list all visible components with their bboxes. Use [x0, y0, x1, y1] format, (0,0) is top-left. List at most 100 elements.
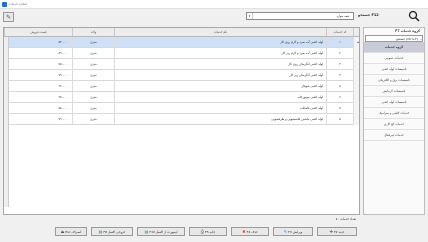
category-item[interactable]: خدمات کاشی و سرامیک [364, 108, 424, 119]
search-small-icon: ⌕ [420, 37, 422, 41]
unit-cell: متری [72, 81, 114, 92]
code-cell: ۵ [326, 81, 353, 92]
price-cell: ۸۹۰,۰۰۰ [4, 48, 72, 59]
unit-cell: متری [72, 70, 114, 81]
unit-cell: متری [72, 48, 114, 59]
category-panel: F7 گروه خدمات جستجو (Ctrl+F) ⌕ گروه خدما… [363, 27, 425, 215]
export-button-label: F8 خروجی اکسل [103, 229, 126, 234]
printer-icon: ⎙ [200, 229, 204, 234]
price-cell: ۹۵۰,۰۰۰ [4, 92, 72, 103]
row-indicator [353, 59, 359, 70]
unit-cell: متری [72, 103, 114, 114]
table-row[interactable]: ۷۹۰,۰۰۰ متری لوله کشی آبگرمکن زیر کار ۴ [4, 70, 359, 81]
table-row[interactable]: ۹۶۰,۰۰۰ متری لوله کشی شوفاژ ۵ [4, 81, 359, 92]
delete-button[interactable]: ✖ F4 حذف [231, 227, 269, 236]
col-header-name[interactable]: نام خدمات [114, 28, 326, 37]
app-icon [2, 2, 7, 7]
category-search-input[interactable]: جستجو (Ctrl+F) ⌕ [365, 35, 423, 42]
row-indicator [353, 114, 359, 125]
name-cell: لوله کشی آب سرد و گرم روی کار [114, 37, 326, 48]
unit-cell: متری [72, 92, 114, 103]
filter-combo[interactable]: ▾ همه موارد [246, 12, 354, 20]
edit-button[interactable]: ✎ F3 ویرایش [273, 227, 313, 236]
row-indicator [353, 48, 359, 59]
category-item[interactable]: تاسیسات گرمایش [364, 86, 424, 97]
delete-icon: ✖ [242, 229, 246, 234]
status-bar: تعداد خدمات : ۸ [3, 216, 360, 222]
col-header-indicator [353, 28, 359, 37]
edit-select-icon: ✎ [5, 13, 12, 21]
category-item[interactable]: خدمات عمومی [364, 53, 424, 64]
pencil-icon: ✎ [283, 229, 288, 234]
print-button[interactable]: ⎙ F5 چاپ [189, 227, 227, 236]
table-row[interactable]: ۸۴۰,۰۰۰ متری لوله کشی آب سرد و گرم روی ک… [4, 37, 359, 48]
name-cell: لوله کشی ماشین لباسشویی و ظرفشویی [114, 114, 326, 125]
table-row[interactable]: ۹۵۰,۰۰۰ متری لوله کشی موتورخانه ۶ [4, 92, 359, 103]
category-item[interactable]: خدمات غیرفعال [364, 130, 424, 141]
price-cell: ۷۹۰,۰۰۰ [4, 114, 72, 125]
edit-button-label: F3 ویرایش [288, 229, 303, 234]
category-item[interactable]: تاسیسات لوله کشی [364, 64, 424, 75]
category-item[interactable]: تاسیسات لوله کشی [364, 97, 424, 108]
cancel-button-label: Esc انصراف [65, 229, 82, 234]
col-header-code[interactable]: کد خدمات [326, 28, 353, 37]
table-row[interactable]: ۷۵۰,۰۰۰ متری لوله کشی آبگرمکن روی کار ۳ [4, 59, 359, 70]
service-count: تعداد خدمات : ۸ [335, 217, 356, 221]
toolbar: ✎ ▾ همه موارد جستجو F12 [0, 9, 428, 25]
code-cell: ۱ [326, 37, 353, 48]
filter-combo-value: همه موارد [336, 14, 349, 18]
row-indicator-icon: ◂ [353, 37, 359, 48]
code-cell: ۳ [326, 59, 353, 70]
action-bar: ✚ F2 جدید ✎ F3 ویرایش ✖ F4 حذف ⎙ F5 چاپ … [0, 224, 428, 242]
cancel-button[interactable]: ⏏ Esc انصراف [55, 227, 87, 236]
category-item[interactable]: تاسیسات برق و الکتریکی [364, 75, 424, 86]
name-cell: لوله کشی موتورخانه [114, 92, 326, 103]
code-cell: ۲ [326, 48, 353, 59]
category-header: F7 گروه خدمات [395, 29, 420, 33]
category-item[interactable]: خدمات کچ کاری [364, 119, 424, 130]
price-cell: ۸۴۰,۰۰۰ [4, 37, 72, 48]
edit-select-button[interactable]: ✎ [3, 12, 14, 22]
services-grid: قیمت فروش واحد نام خدمات کد خدمات ۸۴۰,۰۰… [3, 27, 360, 215]
name-cell: لوله کشی فاضلاب [114, 103, 326, 114]
name-cell: لوله کشی شوفاژ [114, 81, 326, 92]
unit-cell: متری [72, 37, 114, 48]
grid-scrollbar[interactable] [4, 37, 9, 207]
unit-cell: متری [72, 59, 114, 70]
excel-import-icon: ▤ [144, 229, 149, 234]
row-indicator [353, 92, 359, 103]
print-button-label: F5 چاپ [205, 229, 216, 234]
row-indicator [353, 70, 359, 81]
category-item[interactable]: گروه خدمات [364, 42, 424, 53]
new-button[interactable]: ✚ F2 جدید [317, 227, 357, 236]
col-header-price[interactable]: قیمت فروش [4, 28, 72, 37]
table-row[interactable]: ۷۹۰,۰۰۰ متری لوله کشی ماشین لباسشویی و ظ… [4, 114, 359, 125]
chevron-down-icon: ▾ [247, 13, 253, 19]
search-label: جستجو F12 [358, 13, 379, 17]
price-cell: ۹۶۰,۰۰۰ [4, 81, 72, 92]
code-cell: ۴ [326, 70, 353, 81]
category-search-value: جستجو (Ctrl+F) [396, 37, 418, 41]
price-cell: ۷۵۰,۰۰۰ [4, 59, 72, 70]
row-indicator [353, 103, 359, 114]
new-button-label: F2 جدید [333, 229, 345, 234]
name-cell: لوله کشی آب سرد و گرم زیر کار [114, 48, 326, 59]
table-row[interactable]: ۸۸۰,۰۰۰ متری لوله کشی فاضلاب ۷ [4, 103, 359, 114]
excel-export-icon: ▤ [98, 229, 103, 234]
price-cell: ۸۸۰,۰۰۰ [4, 103, 72, 114]
table-row[interactable]: ۸۹۰,۰۰۰ متری لوله کشی آب سرد و گرم زیر ک… [4, 48, 359, 59]
code-cell: ۸ [326, 114, 353, 125]
col-header-unit[interactable]: واحد [72, 28, 114, 37]
plus-icon: ✚ [329, 229, 333, 234]
title-bar: انتخاب خدمات [0, 0, 428, 9]
price-cell: ۷۹۰,۰۰۰ [4, 70, 72, 81]
window-title: انتخاب خدمات [9, 2, 27, 6]
import-excel-button[interactable]: ▤ F10 ایمپورت از اکسل [137, 227, 185, 236]
search-icon[interactable] [408, 10, 420, 22]
import-button-label: F10 ایمپورت از اکسل [149, 229, 178, 234]
row-indicator [353, 81, 359, 92]
exit-icon: ⏏ [60, 229, 65, 234]
export-excel-button[interactable]: ▤ F8 خروجی اکسل [91, 227, 133, 236]
name-cell: لوله کشی آبگرمکن روی کار [114, 59, 326, 70]
code-cell: ۶ [326, 92, 353, 103]
